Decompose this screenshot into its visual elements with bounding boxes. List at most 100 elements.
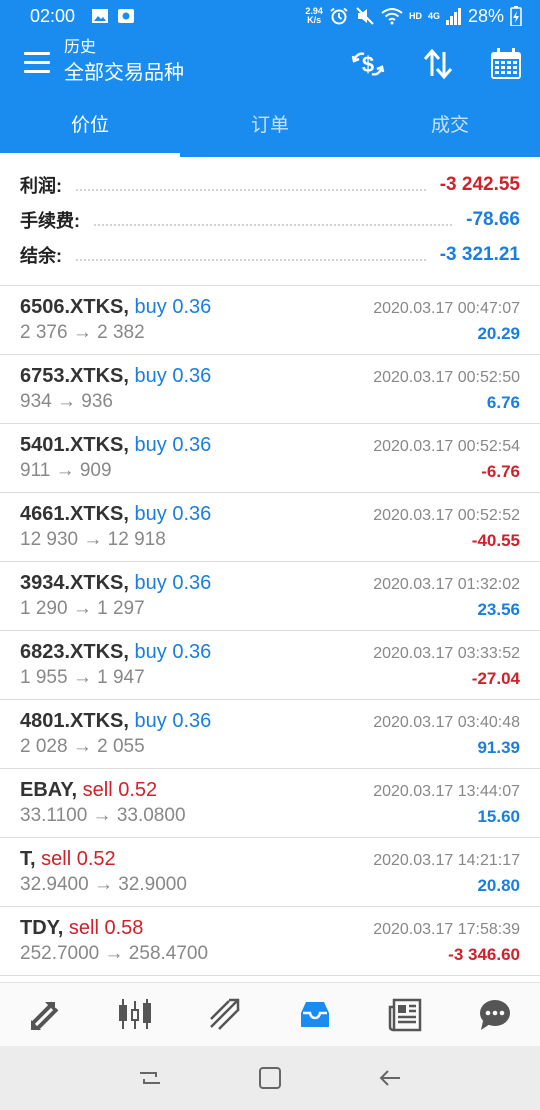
fee-value: -78.66: [466, 208, 520, 230]
trade-side: buy 0.36: [134, 641, 212, 663]
trade-side: sell 0.52: [82, 779, 158, 801]
nav-trade[interactable]: [180, 983, 270, 1046]
trade-symbol-line: 6506.XTKS, buy 0.36: [20, 296, 211, 319]
trade-symbol: 6506.XTKS,: [20, 296, 129, 318]
trade-date: 2020.03.17 00:52:50: [373, 369, 520, 386]
list-item[interactable]: 3934.XTKS, buy 0.36 1 290 → 1 297 2020.0…: [0, 562, 540, 631]
list-item[interactable]: EBAY, sell 0.52 33.1100 → 33.0800 2020.0…: [0, 769, 540, 838]
trade-symbol-line: 4661.XTKS, buy 0.36: [20, 503, 211, 526]
trade-date: 2020.03.17 01:32:02: [373, 576, 520, 593]
calendar-icon[interactable]: [488, 46, 524, 82]
system-nav: [0, 1046, 540, 1110]
title-block[interactable]: 历史 全部交易品种: [64, 38, 184, 88]
trade-date: 2020.03.17 03:40:48: [373, 714, 520, 731]
profit-value: -3 242.55: [439, 173, 520, 195]
trade-profit: 6.76: [486, 393, 520, 412]
trade-prices: 252.7000 → 258.4700: [20, 943, 209, 964]
history-icon: [301, 1001, 329, 1027]
trade-symbol: 4661.XTKS,: [20, 503, 129, 525]
list-item[interactable]: 4661.XTKS, buy 0.36 12 930 → 12 918 2020…: [0, 493, 540, 562]
trade-icon: [210, 998, 240, 1030]
menu-button[interactable]: [24, 52, 50, 74]
trade-prices: 1 290 → 1 297: [20, 598, 145, 619]
fee-label: 手续费:: [20, 210, 80, 231]
list-item[interactable]: TDY, sell 0.58 252.7000 → 258.4700 2020.…: [0, 907, 540, 976]
list-item[interactable]: 6753.XTKS, buy 0.36 934 → 936 2020.03.17…: [0, 355, 540, 424]
network-type: 4G: [427, 11, 440, 21]
trade-profit: -3 346.60: [448, 945, 520, 964]
net-speed: 2.94 K/s: [305, 6, 323, 25]
tab-orders[interactable]: 订单: [180, 96, 360, 157]
tab-bar: 价位 订单 成交: [0, 96, 540, 157]
list-item[interactable]: 6823.XTKS, buy 0.36 1 955 → 1 947 2020.0…: [0, 631, 540, 700]
battery-charging-icon: [510, 6, 522, 26]
trade-symbol: 5401.XTKS,: [20, 434, 129, 456]
alarm-icon: [330, 7, 348, 25]
trade-prices: 12 930 → 12 918: [20, 529, 166, 550]
list-item[interactable]: T, sell 0.52 32.9400 → 32.9000 2020.03.1…: [0, 838, 540, 907]
home-icon: [259, 1067, 281, 1089]
nav-chart[interactable]: [90, 983, 180, 1046]
back-icon: [379, 1070, 400, 1086]
battery-percent: 28%: [467, 5, 504, 26]
profit-label: 利润:: [20, 175, 62, 196]
wifi-icon: [381, 8, 403, 25]
trade-symbol-line: 5401.XTKS, buy 0.36: [20, 434, 211, 457]
trade-side: buy 0.36: [134, 296, 212, 318]
trade-prices: 934 → 936: [20, 391, 113, 412]
currency-exchange-icon[interactable]: $: [350, 46, 386, 82]
screenshot-icon: [118, 9, 135, 23]
trade-date: 2020.03.17 13:44:07: [373, 783, 520, 800]
trade-side: buy 0.36: [134, 572, 212, 594]
balance-value: -3 321.21: [439, 243, 520, 265]
trade-symbol: 6823.XTKS,: [20, 641, 129, 663]
trade-symbol: 3934.XTKS,: [20, 572, 129, 594]
quotes-icon: [31, 1001, 59, 1030]
status-right: 2.94 K/s HD 4G 28%: [305, 6, 522, 27]
trade-side: buy 0.36: [134, 365, 212, 387]
mute-icon: [356, 7, 374, 25]
trade-date: 2020.03.17 14:21:17: [373, 852, 520, 869]
trade-side: buy 0.36: [134, 710, 212, 732]
tab-price[interactable]: 价位: [0, 96, 180, 157]
menu-icon-line: [24, 70, 50, 73]
status-time: 02:00: [30, 5, 76, 26]
trade-prices: 33.1100 → 33.0800: [20, 805, 186, 826]
back-button[interactable]: [370, 1058, 410, 1098]
summary-balance: 结余: -3 321.21: [0, 237, 540, 272]
trade-date: 2020.03.17 00:52:54: [373, 438, 520, 455]
trade-side: sell 0.58: [68, 917, 144, 939]
tab-deals[interactable]: 成交: [360, 96, 540, 157]
page-title: 全部交易品种: [64, 62, 184, 84]
trade-side: buy 0.36: [134, 434, 212, 456]
trade-symbol: T,: [20, 848, 36, 870]
dotted-leader: [76, 258, 426, 261]
trade-symbol: TDY,: [20, 917, 64, 939]
nav-chat[interactable]: [450, 983, 540, 1046]
list-item[interactable]: 6506.XTKS, buy 0.36 2 376 → 2 382 2020.0…: [0, 286, 540, 355]
home-button[interactable]: [250, 1058, 290, 1098]
trade-profit: 23.56: [477, 600, 520, 619]
gallery-icon: [92, 9, 109, 23]
trade-symbol-line: EBAY, sell 0.52: [20, 779, 157, 802]
summary-panel: 利润: -3 242.55 手续费: -78.66 结余: -3 321.21: [0, 167, 540, 272]
list-item[interactable]: 5401.XTKS, buy 0.36 911 → 909 2020.03.17…: [0, 424, 540, 493]
trade-profit: 20.29: [477, 324, 520, 343]
nav-history[interactable]: [270, 983, 360, 1046]
menu-icon-line: [24, 52, 50, 55]
list-item[interactable]: 4801.XTKS, buy 0.36 2 028 → 2 055 2020.0…: [0, 700, 540, 769]
signal-icon: [445, 8, 461, 25]
recent-apps-icon: [140, 1072, 160, 1084]
dotted-leader: [94, 223, 453, 226]
nav-quotes[interactable]: [0, 983, 90, 1046]
bottom-nav: [0, 982, 540, 1046]
page-subtitle: 历史: [64, 39, 97, 56]
recent-apps-button[interactable]: [130, 1058, 170, 1098]
trade-prices: 2 028 → 2 055: [20, 736, 145, 757]
trade-profit: -40.55: [471, 531, 520, 550]
balance-label: 结余:: [20, 245, 62, 266]
nav-news[interactable]: [360, 983, 450, 1046]
sort-icon[interactable]: [420, 46, 456, 82]
news-icon: [388, 998, 422, 1031]
status-bar: 02:00 2.94 K/s HD 4G 28%: [0, 0, 540, 32]
